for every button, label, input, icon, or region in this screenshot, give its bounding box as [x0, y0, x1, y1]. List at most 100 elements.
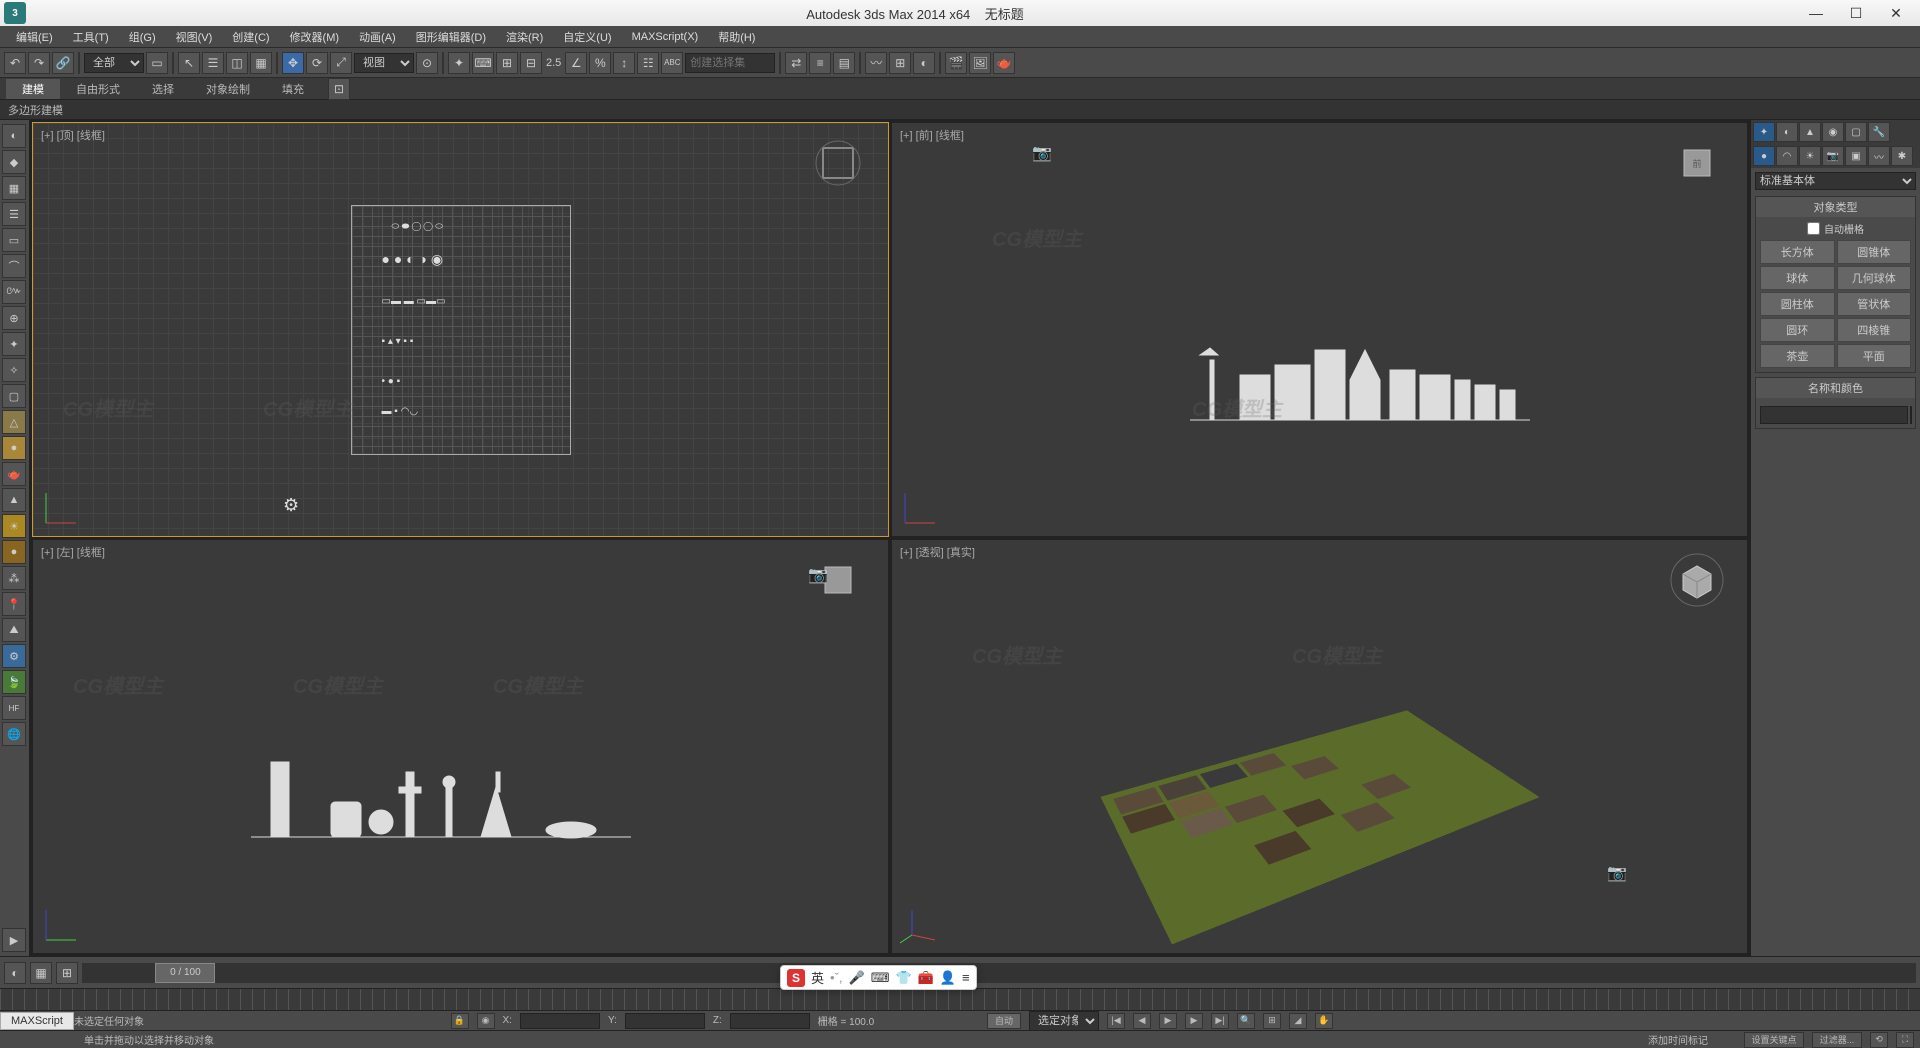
edit-named-sel-button[interactable]: ☷ — [637, 52, 659, 74]
tab-display[interactable]: ▢ — [1845, 122, 1867, 142]
ime-tool-icon[interactable]: 🧰 — [918, 970, 934, 986]
subtab-helpers[interactable]: ▣ — [1845, 146, 1867, 166]
primitive-teapot[interactable]: 茶壶 — [1760, 344, 1835, 368]
nav-zoom-button[interactable]: 🔍 — [1237, 1013, 1255, 1029]
time-slider-thumb[interactable]: 0 / 100 — [155, 963, 215, 983]
undo-button[interactable]: ↶ — [4, 52, 26, 74]
lt-attach-icon[interactable]: ✦ — [2, 332, 26, 356]
viewport-label-left[interactable]: [+] [左] [线框] — [41, 544, 105, 560]
viewport-top[interactable]: [+] [顶] [线框] ⬭ ⬬ ◯ ◯ ⬭ ● ● ◐ ◑ ◉ ▭▬ ▬ ▭▬… — [32, 122, 889, 537]
ribbon-tab-populate[interactable]: 填充 — [266, 79, 320, 99]
material-editor-button[interactable]: ◐ — [913, 52, 935, 74]
render-frame-button[interactable]: 🖼 — [969, 52, 991, 74]
lt-pivot-icon[interactable]: ◆ — [2, 150, 26, 174]
keyfilter-dropdown[interactable]: 选定对象 — [1029, 1011, 1099, 1031]
menu-view[interactable]: 视图(V) — [166, 27, 223, 47]
menu-create[interactable]: 创建(C) — [222, 27, 279, 47]
tab-create[interactable]: ✦ — [1753, 122, 1775, 142]
next-frame-button[interactable]: ▶ — [1185, 1013, 1203, 1029]
ribbon-tab-modeling[interactable]: 建模 — [6, 79, 60, 99]
menu-customize[interactable]: 自定义(U) — [553, 27, 621, 47]
lt-play-icon[interactable]: ▶ — [2, 928, 26, 952]
lt-arc-icon[interactable]: ⌒ — [2, 254, 26, 278]
viewport-label-persp[interactable]: [+] [透视] [真实] — [900, 544, 975, 560]
goto-end-button[interactable]: ▶| — [1211, 1013, 1229, 1029]
lt-mountain-icon[interactable]: ⛰ — [2, 618, 26, 642]
snap3d-button[interactable]: ⊟ — [520, 52, 542, 74]
pivot-button[interactable]: ⊙ — [416, 52, 438, 74]
scale-button[interactable]: ⤢ — [330, 52, 352, 74]
move-button[interactable]: ✥ — [282, 52, 304, 74]
menu-edit[interactable]: 编辑(E) — [6, 27, 63, 47]
ime-mic-icon[interactable]: 🎤 — [849, 970, 865, 986]
menu-animation[interactable]: 动画(A) — [349, 27, 406, 47]
primitive-box[interactable]: 长方体 — [1760, 240, 1835, 264]
maximize-button[interactable]: ☐ — [1836, 2, 1876, 24]
lt-box-icon[interactable]: ▭ — [2, 228, 26, 252]
nav-zoomall-button[interactable]: ⊞ — [1263, 1013, 1281, 1029]
viewport-label-top[interactable]: [+] [顶] [线框] — [41, 127, 105, 143]
render-setup-button[interactable]: 🎬 — [945, 52, 967, 74]
lt-object-icon[interactable]: ▢ — [2, 384, 26, 408]
time-slider[interactable]: 0 / 100 — [82, 963, 1916, 983]
lt-triangle-icon[interactable]: ▲ — [2, 488, 26, 512]
ime-widget[interactable]: S 英 •ˇ, 🎤 ⌨ 👕 🧰 👤 ≡ — [780, 965, 977, 990]
rollout-header[interactable]: 对象类型 — [1756, 197, 1915, 217]
render-button[interactable]: 🫖 — [993, 52, 1015, 74]
keyboard-shortcut-button[interactable]: ⌨ — [472, 52, 494, 74]
z-coord-input[interactable] — [730, 1013, 810, 1029]
redo-button[interactable]: ↷ — [28, 52, 50, 74]
isolate-button[interactable]: ◉ — [477, 1013, 495, 1029]
manipulate-button[interactable]: ✦ — [448, 52, 470, 74]
ime-menu-icon[interactable]: ≡ — [962, 970, 970, 985]
timeline-config-button[interactable]: ◐ — [4, 962, 26, 984]
ime-keyboard-icon[interactable]: ⌨ — [871, 970, 890, 986]
category-dropdown[interactable]: 标准基本体 — [1755, 172, 1916, 190]
snap2d-button[interactable]: ⊞ — [496, 52, 518, 74]
prev-frame-button[interactable]: ◀ — [1133, 1013, 1151, 1029]
layers-button[interactable]: ▤ — [833, 52, 855, 74]
goto-start-button[interactable]: |◀ — [1107, 1013, 1125, 1029]
named-selset-input[interactable] — [685, 53, 775, 73]
rotate-button[interactable]: ⟳ — [306, 52, 328, 74]
lt-globe-icon[interactable]: 🌐 — [2, 722, 26, 746]
lt-pin-icon[interactable]: 📍 — [2, 592, 26, 616]
x-coord-input[interactable] — [520, 1013, 600, 1029]
subtab-spacewarps[interactable]: 〰 — [1868, 146, 1890, 166]
viewport-perspective[interactable]: [+] [透视] [真实] — [891, 539, 1748, 954]
rollout-header[interactable]: 名称和颜色 — [1756, 378, 1915, 398]
auto-key-button[interactable]: 自动 — [987, 1013, 1021, 1029]
timeline-mode-button[interactable]: ▦ — [30, 962, 52, 984]
align-button[interactable]: ≡ — [809, 52, 831, 74]
y-coord-input[interactable] — [625, 1013, 705, 1029]
lock-button[interactable]: 🔒 — [451, 1013, 469, 1029]
viewport-label-front[interactable]: [+] [前] [线框] — [900, 127, 964, 143]
select-name-button[interactable]: ☰ — [202, 52, 224, 74]
viewport-front[interactable]: [+] [前] [线框] 前 — [891, 122, 1748, 537]
select-button[interactable]: ↖ — [178, 52, 200, 74]
lt-snap-icon[interactable]: ⊕ — [2, 306, 26, 330]
subtab-cameras[interactable]: 📷 — [1822, 146, 1844, 166]
percent-snap-button[interactable]: % — [589, 52, 611, 74]
primitive-geosphere[interactable]: 几何球体 — [1837, 266, 1912, 290]
select-region-button[interactable]: ◫ — [226, 52, 248, 74]
nav-pan-button[interactable]: ✋ — [1315, 1013, 1333, 1029]
primitive-tube[interactable]: 管状体 — [1837, 292, 1912, 316]
close-button[interactable]: ✕ — [1876, 2, 1916, 24]
key-filters-button[interactable]: 过滤器... — [1812, 1032, 1862, 1048]
schematic-button[interactable]: ⊞ — [889, 52, 911, 74]
nav-fov-button[interactable]: ◢ — [1289, 1013, 1307, 1029]
primitive-torus[interactable]: 圆环 — [1760, 318, 1835, 342]
lt-leaf-icon[interactable]: 🍃 — [2, 670, 26, 694]
primitive-plane[interactable]: 平面 — [1837, 344, 1912, 368]
object-name-input[interactable] — [1760, 406, 1908, 424]
select-object-button[interactable]: ▭ — [146, 52, 168, 74]
lt-sun-icon[interactable]: ☀ — [2, 514, 26, 538]
window-crossing-button[interactable]: ▦ — [250, 52, 272, 74]
menu-help[interactable]: 帮助(H) — [708, 27, 765, 47]
lt-sphere-icon[interactable]: ◐ — [2, 124, 26, 148]
lt-ball-icon[interactable]: ● — [2, 540, 26, 564]
menu-modifiers[interactable]: 修改器(M) — [280, 27, 350, 47]
lt-particle-icon[interactable]: ⁂ — [2, 566, 26, 590]
lt-grid-icon[interactable]: ▦ — [2, 176, 26, 200]
